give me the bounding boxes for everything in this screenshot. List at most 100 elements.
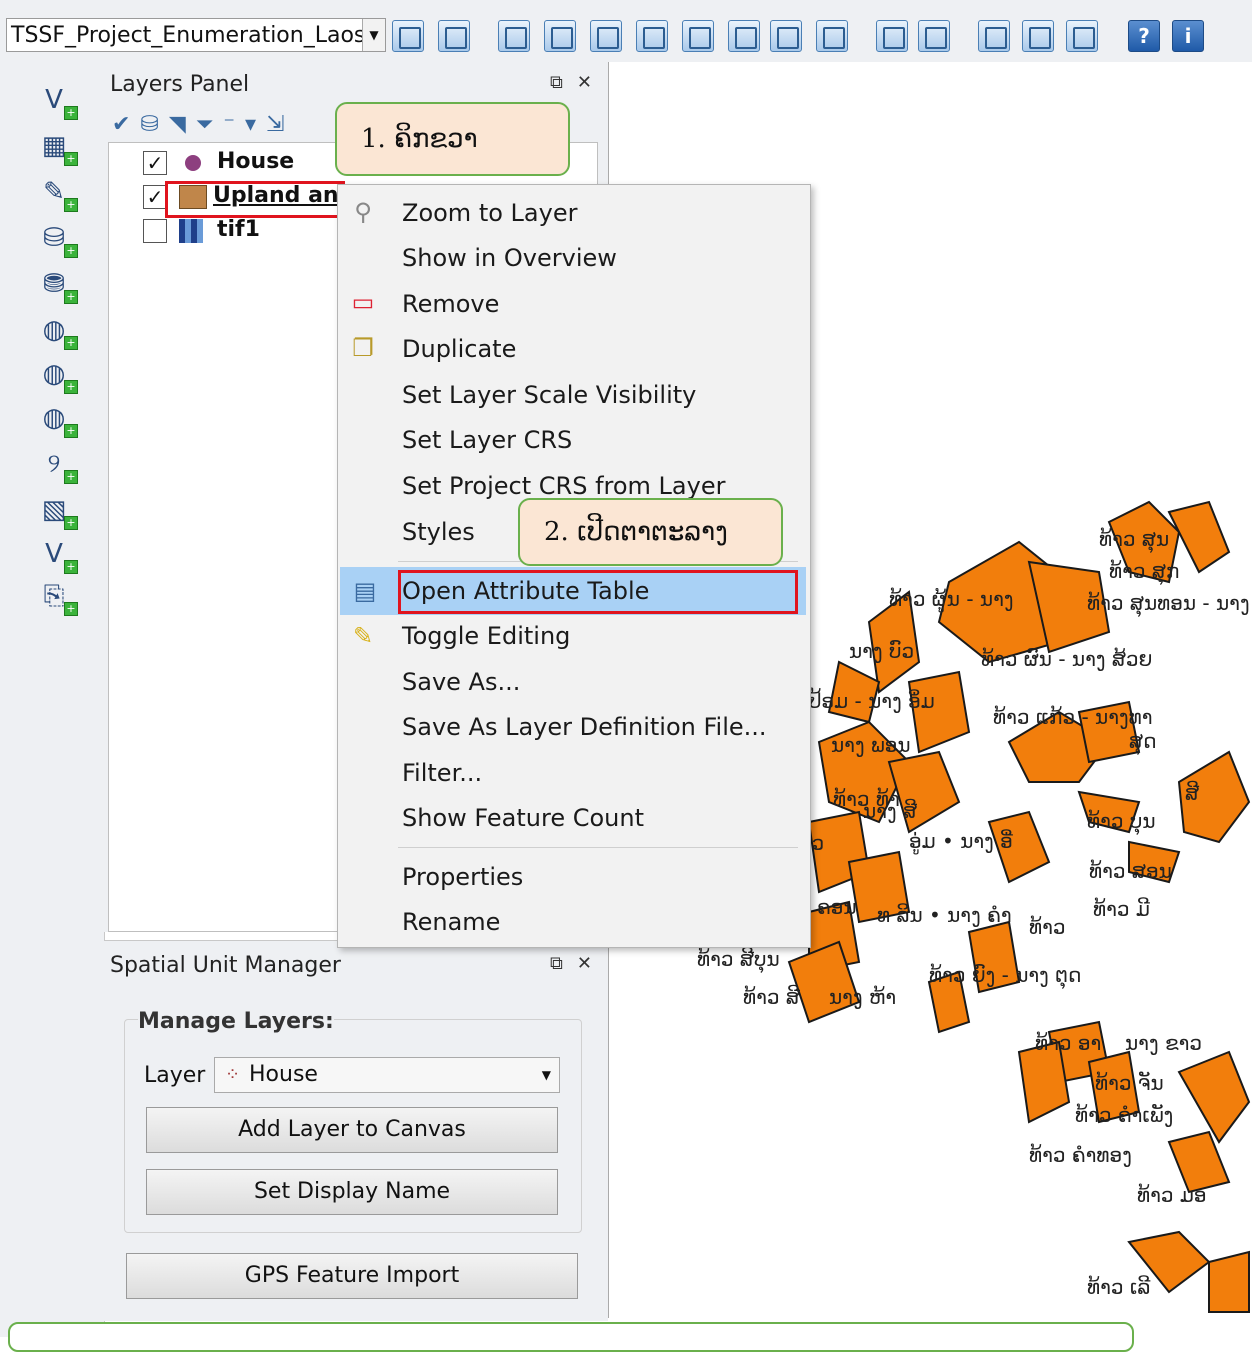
menu-item-rename[interactable]: Rename <box>402 908 500 936</box>
menu-separator <box>398 847 798 848</box>
map-parcel-label: ປ້ອມ - ນາງ ອິ່ມ <box>809 689 935 713</box>
layer-select-value: House <box>249 1062 318 1087</box>
parcel <box>1208 1250 1250 1313</box>
edit-map-icon[interactable] <box>876 20 908 52</box>
map-parcel-label: ທ້າວ ຜົນ - ນາງ ສ້ວຍ <box>981 647 1152 671</box>
layer-checkbox-tif1[interactable] <box>143 219 167 243</box>
menu-item-save-as-layer-definition[interactable]: Save As Layer Definition File... <box>402 713 767 741</box>
new-vector-layer-icon[interactable]: V + <box>36 536 78 574</box>
help-icon[interactable]: ? <box>1128 20 1160 52</box>
project-selector-value: TSSF_Project_Enumeration_Laos <box>11 23 366 48</box>
add-delimited-text-icon[interactable]: ✎ + <box>36 174 78 212</box>
add-virtual-layer-icon[interactable]: ▧ + <box>36 492 78 530</box>
add-vector-layer-icon[interactable]: V + <box>36 82 78 120</box>
panel-dock-buttons[interactable]: ⧉✕ <box>550 72 606 93</box>
highlight-upland-layer <box>165 181 345 218</box>
layer-select[interactable]: ⁘ House ▼ <box>214 1057 560 1093</box>
layer-checkbox-upland[interactable]: ✓ <box>143 185 167 209</box>
add-postgis-layer-icon[interactable]: ⛁ + <box>36 220 78 258</box>
import-icon[interactable] <box>498 20 530 52</box>
map-parcel-label: ທ້າວ ສຸນທອນ - ນາງ <box>1087 591 1250 617</box>
add-oracle-layer-icon[interactable]: ୨ + <box>36 446 78 484</box>
digitizing-toolbar <box>0 62 27 1337</box>
map-parcel-label: ນາງ ພອນ <box>831 733 911 757</box>
logout-icon[interactable] <box>1066 20 1098 52</box>
highlight-open-attribute-table <box>398 570 798 614</box>
duplicate-layer-icon: ❐ <box>352 334 374 362</box>
layers-panel-toolbar[interactable]: ✔⛁◥⏷⁻▾⇲ <box>112 112 294 137</box>
set-display-name-button[interactable]: Set Display Name <box>146 1169 558 1215</box>
pencil-icon: ✎ <box>352 622 374 650</box>
point-symbol-icon <box>185 155 201 171</box>
add-gps-layer-icon[interactable]: ⎘ + <box>36 578 78 616</box>
menu-item-filter[interactable]: Filter... <box>402 759 482 787</box>
main-toolbar: TSSF_Project_Enumeration_Laos ▼ ? i <box>0 0 1252 63</box>
tree-icon[interactable] <box>590 20 622 52</box>
menu-item-set-project-crs[interactable]: Set Project CRS from Layer <box>402 472 725 500</box>
map-parcel-label: ທ້າວ ມີ <box>1093 897 1150 921</box>
manage-layers-label: Manage Layers: <box>138 1009 334 1034</box>
export-icon[interactable] <box>728 20 760 52</box>
map-parcel-label: ນາງ ສີ <box>863 799 917 823</box>
menu-item-show-feature-count[interactable]: Show Feature Count <box>402 804 644 832</box>
map-parcel-label: ທ້າວ ສອນ <box>1089 859 1172 883</box>
map-parcel-label: ທ້າວ ຄຳທອງ <box>1029 1143 1132 1167</box>
layer-name-tif1[interactable]: tif1 <box>217 217 260 242</box>
map-parcel-label: ນາງ ບົວ <box>849 639 914 663</box>
point-layer-icon: ⁘ <box>225 1064 241 1085</box>
map-parcel-label: ຄອນ <box>817 895 857 919</box>
spatial-unit-manager-panel: Spatial Unit Manager ⧉✕ Manage Layers: L… <box>104 940 608 1321</box>
panel-dock-buttons[interactable]: ⧉✕ <box>550 953 606 974</box>
menu-item-save-as[interactable]: Save As... <box>402 668 520 696</box>
layer-label: Layer <box>144 1063 206 1088</box>
project-selector[interactable]: TSSF_Project_Enumeration_Laos ▼ <box>6 18 386 52</box>
map-parcel-label: ທ້າວ ອາ <box>1035 1031 1101 1055</box>
info-icon[interactable]: i <box>1172 20 1204 52</box>
layer-context-menu: ⚲ Zoom to Layer Show in Overview ▭ Remov… <box>337 184 811 948</box>
refresh-icon[interactable] <box>978 20 1010 52</box>
add-wcs-layer-icon[interactable]: ◍ + <box>36 356 78 394</box>
map-parcel-label: ສີ <box>1185 781 1199 805</box>
layer-name-house[interactable]: House <box>217 149 294 174</box>
report-icon[interactable] <box>816 20 848 52</box>
zoom-icon: ⚲ <box>354 198 372 226</box>
add-wms-layer-icon[interactable]: ◍ + <box>36 312 78 350</box>
spatial-icon[interactable] <box>682 20 714 52</box>
map-parcel-label: ທ ລິນ • ນາງ ຄຳ <box>877 903 1012 927</box>
map-icon[interactable] <box>636 20 668 52</box>
layer-checkbox-house[interactable]: ✓ <box>143 151 167 175</box>
menu-item-remove[interactable]: Remove <box>402 290 499 318</box>
menu-item-zoom-to-layer[interactable]: Zoom to Layer <box>402 199 577 227</box>
layers-panel-title: Layers Panel <box>110 72 250 97</box>
map-parcel-label: ທ້າວ ເລີ <box>1087 1275 1150 1299</box>
menu-item-duplicate[interactable]: Duplicate <box>402 335 516 363</box>
map-parcel-label: ທ້າວ <box>1029 915 1066 939</box>
map-parcel-label: ທ້າວ ຄຳເພັງ <box>1075 1103 1173 1127</box>
form-icon[interactable] <box>392 20 424 52</box>
parcel <box>1177 1050 1251 1144</box>
menu-item-set-layer-scale-visibility[interactable]: Set Layer Scale Visibility <box>402 381 696 409</box>
menu-item-set-layer-crs[interactable]: Set Layer CRS <box>402 426 572 454</box>
settings-icon[interactable] <box>438 20 470 52</box>
raster-symbol-icon <box>179 219 203 243</box>
lock-icon[interactable] <box>1022 20 1054 52</box>
compose-icon[interactable] <box>918 20 950 52</box>
add-wfs-layer-icon[interactable]: ◍ + <box>36 400 78 438</box>
menu-item-properties[interactable]: Properties <box>402 863 523 891</box>
map-parcel-label: ນາງ ຫ້າ <box>829 985 896 1009</box>
map-parcel-label: ທ້າວ ສຸນ <box>1099 527 1169 553</box>
database-icon[interactable] <box>544 20 576 52</box>
spatial-unit-manager-title: Spatial Unit Manager <box>110 953 341 978</box>
back-icon[interactable] <box>770 20 802 52</box>
add-spatialite-layer-icon[interactable]: ⛃ + <box>36 266 78 304</box>
menu-item-toggle-editing[interactable]: Toggle Editing <box>402 622 570 650</box>
menu-item-show-in-overview[interactable]: Show in Overview <box>402 244 617 272</box>
add-raster-layer-icon[interactable]: ▦ + <box>36 128 78 166</box>
menu-item-styles[interactable]: Styles <box>402 518 475 546</box>
map-parcel-label: ທ້າວ ຍົງ - ນາງ ຕຸດ <box>929 963 1081 989</box>
gps-feature-import-button[interactable]: GPS Feature Import <box>126 1253 578 1299</box>
layer-toolbar: V + ▦ + ✎ + ⛁ + ⛃ + ◍ + ◍ + ◍ + ୨ + ▧ + V + ⎘ + <box>26 62 105 1337</box>
chevron-down-icon[interactable]: ▼ <box>362 19 385 51</box>
add-layer-to-canvas-button[interactable]: Add Layer to Canvas <box>146 1107 558 1153</box>
chevron-down-icon[interactable]: ▼ <box>542 1058 551 1092</box>
